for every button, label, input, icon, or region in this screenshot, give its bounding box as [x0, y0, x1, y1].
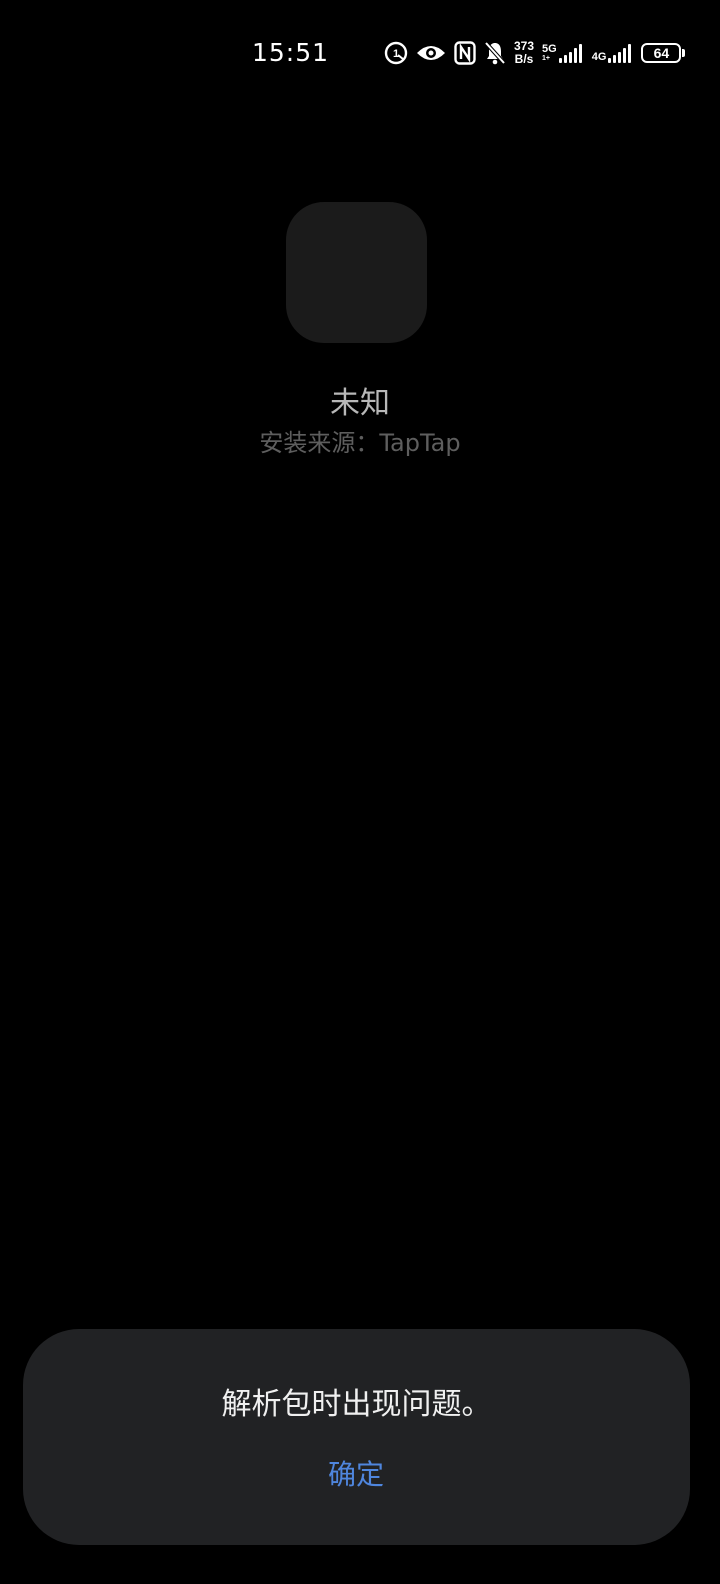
status-bar: 15:51 1 373 B/s 5G 1+ 4G 64: [0, 0, 720, 100]
signal-5g-sub: 1+: [542, 55, 551, 62]
signal-4g: 4G: [592, 43, 634, 63]
battery-level: 64: [641, 43, 682, 63]
nfc-icon: [454, 41, 476, 65]
install-source: 安装来源：TapTap: [259, 429, 461, 457]
network-speed-unit: B/s: [514, 52, 534, 66]
network-speed: 373 B/s: [514, 40, 534, 66]
notifications-off-icon: [484, 41, 506, 65]
status-time: 15:51: [252, 38, 330, 67]
app-icon-placeholder: [286, 202, 427, 343]
error-dialog: 解析包时出现问题。 确定: [23, 1329, 690, 1545]
confirm-button[interactable]: 确定: [306, 1451, 406, 1499]
signal-bars-icon: [558, 43, 584, 63]
signal-5g-label: 5G: [542, 43, 557, 55]
signal-5g: 5G 1+: [542, 43, 584, 63]
signal-4g-label: 4G: [591, 51, 607, 63]
svg-text:1: 1: [393, 48, 399, 60]
signal-bars-icon: [608, 43, 633, 63]
one-handed-mode-icon: 1: [384, 41, 408, 65]
app-name: 未知: [330, 386, 390, 421]
status-icons: 1 373 B/s 5G 1+ 4G 64: [384, 38, 686, 68]
dialog-message: 解析包时出现问题。: [221, 1387, 492, 1422]
eye-comfort-icon: [416, 42, 446, 64]
battery-icon: 64: [641, 43, 686, 63]
